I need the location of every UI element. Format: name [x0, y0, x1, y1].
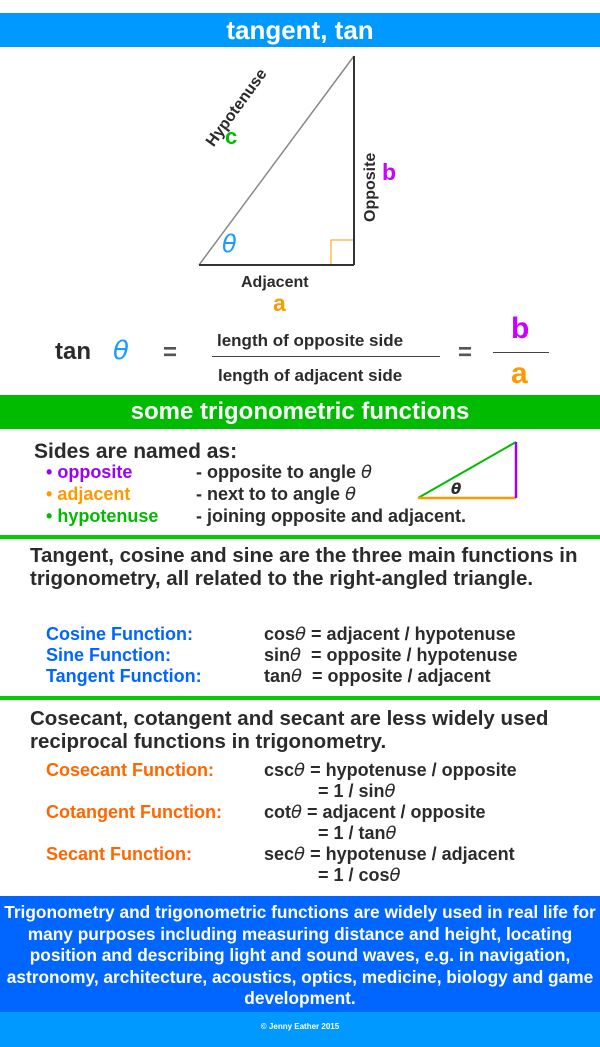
theta-symbol: θ [389, 865, 401, 886]
function-name: Sine Function: [46, 645, 171, 665]
function-row-cotangent-alt: = 1 / tanθ [46, 823, 517, 844]
function-row-cosecant-alt: = 1 / sinθ [46, 781, 517, 802]
theta-symbol: θ [345, 484, 357, 505]
opposite-label: Opposite [362, 152, 379, 222]
formula-denominator: length of adjacent side [218, 366, 403, 385]
function-name: Secant Function: [46, 844, 193, 864]
bullet: • [46, 462, 53, 482]
theta-symbol: θ [291, 802, 303, 823]
function-abbr: sin [264, 645, 291, 665]
function-alt: = 1 / tan [318, 823, 386, 843]
function-name: Cotangent Function: [46, 802, 222, 822]
formula-theta: θ [113, 336, 129, 366]
formula-letter-b: b [511, 312, 530, 345]
side-item-adjacent: • adjacent - next to to angle θ [46, 484, 356, 505]
function-definition: = hypotenuse / adjacent [305, 844, 515, 864]
function-row-tangent: Tangent Function: tanθ = opposite / adjac… [46, 666, 518, 687]
info-box: Trigonometry and trigonometric functions… [0, 896, 600, 1012]
sides-heading: Sides are named as: [34, 440, 238, 463]
formula-equals-1: = [163, 339, 178, 366]
function-abbr: csc [264, 760, 295, 780]
function-abbr: cot [264, 802, 291, 822]
section-title: some trigonometric functions [0, 395, 600, 429]
right-angle-marker [330, 239, 353, 264]
side-desc: - joining opposite and adjacent. [196, 506, 467, 526]
function-row-secant-alt: = 1 / cosθ [46, 865, 517, 886]
function-abbr: sec [264, 844, 295, 864]
reciprocal-functions-intro: Cosecant, cotangent and secant are less … [30, 707, 549, 753]
formula-equals-2: = [458, 339, 473, 366]
adjacent-letter: a [273, 290, 286, 316]
side-item-opposite: • opposite - opposite to angle θ [46, 462, 372, 483]
divider-1 [0, 535, 600, 539]
function-row-secant: Secant Function: secθ = hypotenuse / adja… [46, 844, 517, 865]
reciprocal-functions-list: Cosecant Function: cscθ = hypotenuse / op… [46, 760, 517, 886]
theta-symbol: θ [361, 462, 373, 483]
theta-symbol: θ [295, 624, 307, 645]
function-name: Cosecant Function: [46, 760, 215, 780]
function-row-cosecant: Cosecant Function: cscθ = hypotenuse / op… [46, 760, 517, 781]
angle-theta: θ [222, 230, 237, 258]
main-functions-intro: Tangent, cosine and sine are the three m… [30, 544, 578, 590]
side-item-hypotenuse: • hypotenuse - joining opposite and adjac… [46, 506, 466, 527]
function-abbr: cos [264, 624, 296, 644]
formula-letter-a: a [511, 357, 528, 390]
theta-symbol: θ [294, 844, 306, 865]
side-desc: - next to to angle [196, 484, 346, 504]
side-name: opposite [57, 462, 133, 482]
theta-symbol: θ [385, 823, 397, 844]
theta-symbol: θ [290, 645, 302, 666]
bullet: • [46, 484, 53, 504]
bullet: • [46, 506, 53, 526]
function-row-cotangent: Cotangent Function: cotθ = adjacent / opp… [46, 802, 517, 823]
function-alt: = 1 / sin [318, 781, 385, 801]
theta-symbol: θ [291, 666, 303, 687]
side-desc: - opposite to angle [196, 462, 361, 482]
function-row-sine: Sine Function: sinθ = opposite / hypotenu… [46, 645, 518, 666]
function-definition: = adjacent / opposite [302, 802, 486, 822]
function-definition: = opposite / adjacent [302, 666, 491, 686]
formula-numerator: length of opposite side [217, 331, 404, 350]
opposite-letter: b [382, 159, 397, 185]
fraction-line [212, 356, 440, 357]
function-alt: = 1 / cos [318, 865, 390, 885]
function-row-cosine: Cosine Function: cosθ = adjacent / hypote… [46, 624, 518, 645]
divider-2 [0, 696, 600, 700]
function-name: Cosine Function: [46, 624, 193, 644]
mini-hypotenuse [417, 441, 517, 499]
theta-symbol: θ [294, 760, 306, 781]
function-abbr: tan [264, 666, 291, 686]
mini-theta: θ [451, 480, 462, 498]
function-name: Tangent Function: [46, 666, 202, 686]
side-name: hypotenuse [57, 506, 159, 526]
theta-symbol: θ [384, 781, 396, 802]
function-definition: = hypotenuse / opposite [305, 760, 517, 780]
formula-tan: tan [55, 338, 91, 365]
page-title: tangent, tan [0, 13, 600, 47]
mini-triangle [417, 441, 518, 500]
side-name: adjacent [57, 484, 131, 504]
function-definition: = adjacent / hypotenuse [306, 624, 516, 644]
function-definition: = opposite / hypotenuse [301, 645, 518, 665]
fraction-line-letters [493, 352, 549, 353]
main-functions-list: Cosine Function: cosθ = adjacent / hypote… [46, 624, 518, 687]
copyright-footer: © Jenny Eather 2015 [0, 1012, 600, 1047]
hypotenuse-letter: c [225, 124, 238, 149]
